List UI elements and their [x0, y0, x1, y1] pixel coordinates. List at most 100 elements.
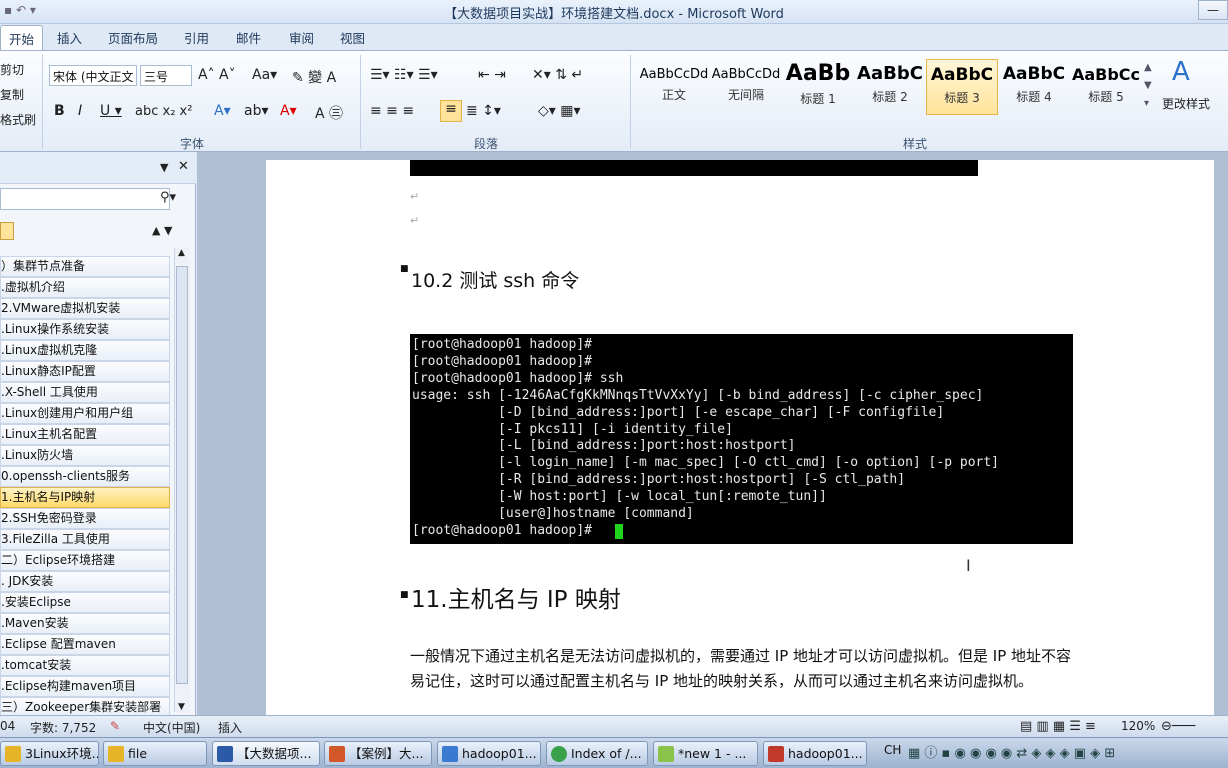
- nav-heading-item[interactable]: .虚拟机介绍: [0, 277, 170, 298]
- minimize-button[interactable]: —: [1198, 0, 1228, 20]
- nav-heading-item[interactable]: . JDK安装: [0, 571, 170, 592]
- nav-heading-item[interactable]: 0.openssh-clients服务: [0, 466, 170, 487]
- nav-heading-item[interactable]: .Linux主机名配置: [0, 424, 170, 445]
- nav-heading-list: ）集群节点准备 .虚拟机介绍 2.VMware虚拟机安装 .Linux操作系统安…: [0, 256, 172, 718]
- tab-view[interactable]: 视图: [340, 28, 365, 47]
- font-size-select[interactable]: 三号: [140, 65, 192, 86]
- change-case-icon[interactable]: Aa▾: [252, 67, 277, 83]
- distribute-icon[interactable]: ≣ ↕▾: [466, 103, 501, 119]
- group-styles-label: 样式: [903, 137, 928, 151]
- close-icon[interactable]: ✕: [178, 159, 189, 174]
- highlight-icon[interactable]: ab▾: [244, 103, 269, 119]
- zoom-level[interactable]: 120%: [1121, 719, 1155, 733]
- page-number[interactable]: 04: [0, 719, 15, 733]
- tab-mailings[interactable]: 邮件: [236, 28, 261, 47]
- shading-border-icon[interactable]: ◇▾ ▦▾: [538, 103, 581, 119]
- tab-review[interactable]: 审阅: [289, 28, 314, 47]
- input-language[interactable]: CH: [884, 743, 901, 757]
- nav-heading-item[interactable]: 2.SSH免密码登录: [0, 508, 170, 529]
- format-painter-button[interactable]: 格式刷: [0, 111, 36, 128]
- nav-heading-item[interactable]: .Eclipse 配置maven: [0, 634, 170, 655]
- nav-scrollbar[interactable]: ▲ ▼: [174, 248, 190, 712]
- nav-prev-next-icon[interactable]: ▲ ▼: [152, 224, 172, 237]
- text-effect-icon[interactable]: A▾: [214, 103, 231, 119]
- cut-button[interactable]: 剪切: [0, 61, 24, 78]
- nav-heading-item-selected[interactable]: 1.主机名与IP映射: [0, 487, 170, 508]
- taskbar-item[interactable]: hadoop01...: [763, 741, 867, 766]
- italic-button[interactable]: I: [78, 103, 82, 119]
- nav-heading-item[interactable]: ）集群节点准备: [0, 256, 170, 277]
- nav-menu-icon[interactable]: ▼: [160, 161, 168, 174]
- paragraph-mark: ↵: [410, 190, 420, 203]
- style-normal[interactable]: AaBbCcDd 正文: [638, 59, 710, 115]
- zoom-slider[interactable]: ⊖───: [1161, 719, 1195, 734]
- style-heading-1[interactable]: AaBb 标题 1: [782, 59, 854, 115]
- tab-insert[interactable]: 插入: [57, 28, 82, 47]
- word-count[interactable]: 字数: 7,752: [30, 719, 96, 736]
- nav-heading-item[interactable]: 3.FileZilla 工具使用: [0, 529, 170, 550]
- bold-button[interactable]: B: [54, 103, 65, 119]
- change-styles-button[interactable]: 更改样式: [1162, 95, 1210, 112]
- style-heading-3[interactable]: AaBbC 标题 3: [926, 59, 998, 115]
- tab-home[interactable]: 开始: [0, 25, 44, 50]
- taskbar: 3Linux环境... file 【大数据项... 【案例】大... hadoo…: [0, 737, 1228, 768]
- copy-button[interactable]: 复制: [0, 86, 24, 103]
- underline-button[interactable]: U ▾: [100, 103, 122, 119]
- styles-scroll-icon[interactable]: ▲ ▼ ▾: [1144, 59, 1152, 113]
- nav-heading-item[interactable]: .Eclipse构建maven项目: [0, 676, 170, 697]
- sort-icon[interactable]: ✕▾ ⇅ ↵: [532, 67, 583, 83]
- nav-heading-item[interactable]: .Linux防火墙: [0, 445, 170, 466]
- nav-heading-item[interactable]: .Linux操作系统安装: [0, 319, 170, 340]
- tab-references[interactable]: 引用: [184, 28, 209, 47]
- nav-heading-item[interactable]: 2.VMware虚拟机安装: [0, 298, 170, 319]
- taskbar-item[interactable]: file: [103, 741, 207, 766]
- nav-heading-item[interactable]: .tomcat安装: [0, 655, 170, 676]
- change-styles-icon[interactable]: A: [1172, 57, 1190, 87]
- char-shading-icon[interactable]: A ㊂: [315, 103, 343, 123]
- font-color-icon[interactable]: A▾: [280, 103, 297, 119]
- document-page[interactable]: ↵ ↵ ■ 10.2 测试 ssh 命令 [root@hadoop01 hado…: [266, 160, 1214, 720]
- taskbar-item-active[interactable]: 【大数据项...: [212, 741, 320, 766]
- nav-heading-item[interactable]: .Linux虚拟机克隆: [0, 340, 170, 361]
- nav-heading-item[interactable]: .Linux创建用户和用户组: [0, 403, 170, 424]
- language-indicator[interactable]: 中文(中国): [143, 719, 200, 736]
- proofing-icon[interactable]: ✎: [110, 719, 120, 733]
- ribbon-tabs: 开始 插入 页面布局 引用 邮件 审阅 视图: [0, 24, 1228, 50]
- nav-heading-item[interactable]: .Linux静态IP配置: [0, 361, 170, 382]
- justify-button[interactable]: ≡: [440, 100, 462, 122]
- indent-icon[interactable]: ⇤ ⇥: [478, 67, 506, 83]
- grow-font-icon[interactable]: A˄ A˅: [198, 67, 236, 83]
- strike-sub-sup-icon[interactable]: abc x₂ x²: [135, 104, 192, 119]
- taskbar-item[interactable]: *new 1 - ...: [653, 741, 758, 766]
- search-icon[interactable]: ⚲▾: [160, 190, 176, 205]
- insert-mode[interactable]: 插入: [218, 719, 242, 736]
- view-buttons-icon[interactable]: ▤ ▥ ▦ ☰ ≡: [1020, 719, 1096, 734]
- nav-heading-item[interactable]: .X-Shell 工具使用: [0, 382, 170, 403]
- style-heading-5[interactable]: AaBbCc 标题 5: [1070, 59, 1142, 115]
- font-name-select[interactable]: 宋体 (中文正文: [49, 65, 137, 86]
- style-heading-2[interactable]: AaBbC 标题 2: [854, 59, 926, 115]
- tab-page-layout[interactable]: 页面布局: [108, 28, 158, 47]
- taskbar-item[interactable]: 3Linux环境...: [0, 741, 99, 766]
- bullet-marker: ■: [400, 590, 409, 600]
- bullets-icon[interactable]: ☰▾ ☷▾ ☰▾: [370, 67, 438, 83]
- divider: [42, 55, 43, 149]
- align-icons[interactable]: ≡ ≡ ≡: [370, 103, 414, 119]
- taskbar-item[interactable]: Index of /...: [546, 741, 648, 766]
- search-input[interactable]: [0, 188, 170, 210]
- nav-heading-item[interactable]: .安装Eclipse: [0, 592, 170, 613]
- taskbar-item[interactable]: hadoop01...: [437, 741, 541, 766]
- navigation-pane: ▼ ✕ ⚲▾ ▲ ▼ ）集群节点准备 .虚拟机介绍 2.VMware虚拟机安装 …: [0, 152, 196, 718]
- taskbar-item[interactable]: 【案例】大...: [324, 741, 432, 766]
- style-no-spacing[interactable]: AaBbCcDd 无间隔: [710, 59, 782, 115]
- title-bar: ▪ ↶ ▾ 【大数据项目实战】环境搭建文档.docx - Microsoft W…: [0, 0, 1228, 24]
- nav-heading-item[interactable]: 二）Eclipse环境搭建: [0, 550, 170, 571]
- style-heading-4[interactable]: AaBbC 标题 4: [998, 59, 1070, 115]
- nav-heading-item[interactable]: .Maven安装: [0, 613, 170, 634]
- clear-format-icon[interactable]: ✎ 變 A: [292, 67, 336, 87]
- tray-icons[interactable]: ▦ ⓘ ▪ ◉ ◉ ◉ ◉ ⇄ ◈ ◈ ◈ ▣ ◈ ⊞: [908, 742, 1115, 761]
- status-bar: 04 字数: 7,752 ✎ 中文(中国) 插入 ▤ ▥ ▦ ☰ ≡ 120% …: [0, 715, 1228, 737]
- browse-headings-icon[interactable]: [0, 222, 14, 240]
- bullet-marker: ■: [400, 264, 409, 274]
- divider: [360, 55, 361, 149]
